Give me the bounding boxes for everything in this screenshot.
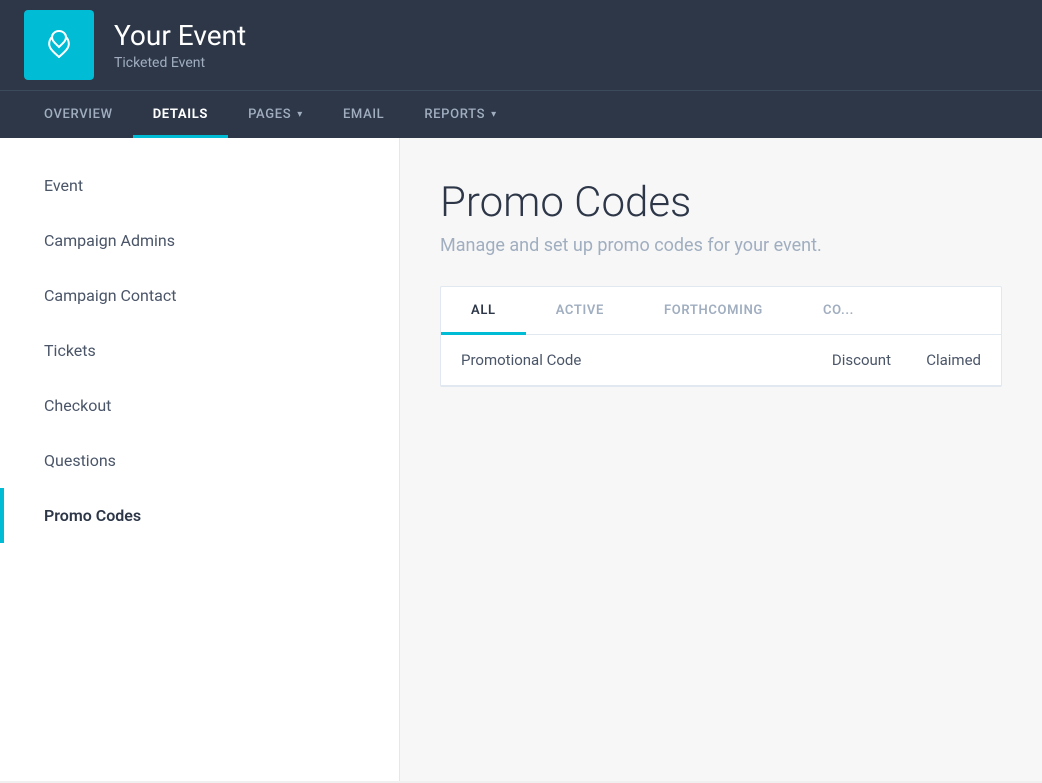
nav-details-label: DETAILS [153, 107, 208, 122]
nav-overview[interactable]: OVERVIEW [24, 91, 133, 138]
sidebar-item-promo-codes[interactable]: Promo Codes [0, 488, 399, 543]
tab-forthcoming-label: FORTHCOMING [664, 303, 763, 318]
table-header: Promotional Code Discount Claimed [441, 335, 1001, 386]
column-header-discount: Discount [791, 351, 891, 369]
main-nav: OVERVIEW DETAILS PAGES ▾ EMAIL REPORTS ▾ [0, 90, 1042, 138]
tab-all-label: ALL [471, 303, 496, 318]
header-title-group: Your Event Ticketed Event [114, 19, 246, 71]
promo-codes-tabs: ALL ACTIVE FORTHCOMING CO... [441, 287, 1001, 335]
promo-codes-table-container: ALL ACTIVE FORTHCOMING CO... Promotional… [440, 286, 1002, 387]
sidebar-item-promo-codes-label: Promo Codes [44, 506, 141, 525]
nav-reports-chevron-icon: ▾ [491, 109, 497, 120]
nav-pages[interactable]: PAGES ▾ [228, 91, 323, 138]
column-header-promotional-code: Promotional Code [461, 351, 791, 369]
sidebar-item-event-label: Event [44, 176, 83, 195]
sidebar-item-tickets[interactable]: Tickets [0, 323, 399, 378]
sidebar-item-checkout[interactable]: Checkout [0, 378, 399, 433]
tab-completed-label: CO... [823, 303, 854, 318]
sidebar: Event Campaign Admins Campaign Contact T… [0, 138, 400, 781]
sidebar-item-tickets-label: Tickets [44, 341, 96, 360]
sidebar-item-event[interactable]: Event [0, 158, 399, 213]
column-header-claimed: Claimed [891, 351, 981, 369]
nav-email[interactable]: EMAIL [323, 91, 404, 138]
tab-active-label: ACTIVE [556, 303, 604, 318]
sidebar-item-campaign-contact[interactable]: Campaign Contact [0, 268, 399, 323]
nav-pages-label: PAGES [248, 107, 291, 122]
sidebar-item-campaign-admins[interactable]: Campaign Admins [0, 213, 399, 268]
tab-forthcoming[interactable]: FORTHCOMING [634, 287, 793, 334]
sidebar-item-checkout-label: Checkout [44, 396, 111, 415]
nav-overview-label: OVERVIEW [44, 107, 113, 122]
main-content: Event Campaign Admins Campaign Contact T… [0, 138, 1042, 781]
page-title: Promo Codes [440, 178, 1002, 227]
nav-reports[interactable]: REPORTS ▾ [404, 91, 516, 138]
event-logo [24, 10, 94, 80]
page-content: Promo Codes Manage and set up promo code… [400, 138, 1042, 781]
nav-reports-label: REPORTS [424, 107, 485, 122]
sidebar-item-questions[interactable]: Questions [0, 433, 399, 488]
event-name: Your Event [114, 19, 246, 53]
nav-details[interactable]: DETAILS [133, 91, 228, 138]
tab-active[interactable]: ACTIVE [526, 287, 634, 334]
page-subtitle: Manage and set up promo codes for your e… [440, 235, 1002, 256]
tab-all[interactable]: ALL [441, 287, 526, 334]
sidebar-item-campaign-contact-label: Campaign Contact [44, 286, 176, 305]
sidebar-item-questions-label: Questions [44, 451, 116, 470]
logo-icon [39, 25, 79, 65]
nav-pages-chevron-icon: ▾ [297, 109, 303, 120]
nav-email-label: EMAIL [343, 107, 384, 122]
sidebar-item-campaign-admins-label: Campaign Admins [44, 231, 175, 250]
tab-completed[interactable]: CO... [793, 287, 884, 334]
header: Your Event Ticketed Event [0, 0, 1042, 90]
event-type: Ticketed Event [114, 55, 246, 71]
